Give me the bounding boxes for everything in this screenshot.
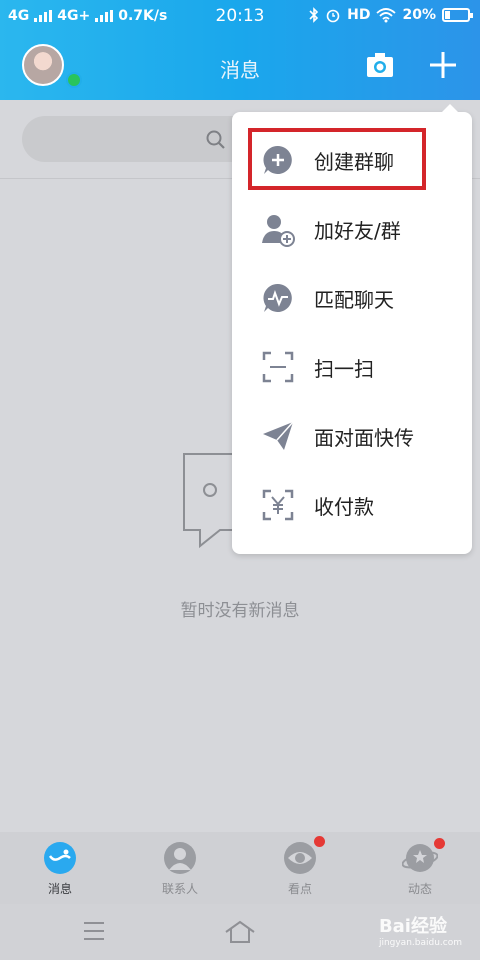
status-bar: 4G 4G+ 0.7K/s 20:13 HD 20% — [0, 0, 480, 34]
hd-indicator: HD — [347, 7, 371, 23]
payment-icon — [262, 489, 294, 521]
tab-bar: 消息 联系人 看点 动态 — [0, 832, 480, 904]
menu-item-scan[interactable]: 扫一扫 — [232, 333, 472, 401]
header: 消息 — [0, 34, 480, 100]
tab-contacts[interactable]: 联系人 — [120, 832, 240, 904]
menu-item-match-chat[interactable]: 匹配聊天 — [232, 264, 472, 332]
match-chat-icon — [263, 283, 292, 312]
home-icon[interactable] — [224, 918, 256, 946]
menu-item-face-to-face[interactable]: 面对面快传 — [232, 402, 472, 470]
wifi-icon — [376, 8, 397, 23]
menu-item-payment[interactable]: 收付款 — [232, 471, 472, 539]
menu-item-add-friend[interactable]: 加好友/群 — [232, 195, 472, 263]
menu-item-label: 匹配聊天 — [314, 287, 394, 312]
scan-icon — [262, 351, 294, 383]
empty-state-text: 暂时没有新消息 — [180, 601, 300, 621]
eye-icon — [284, 842, 316, 874]
menu-item-label: 收付款 — [314, 494, 374, 519]
tab-messages[interactable]: 消息 — [0, 832, 120, 904]
tab-label: 动态 — [407, 882, 432, 896]
top-bar: 4G 4G+ 0.7K/s 20:13 HD 20% 消息 — [0, 0, 480, 100]
baidu-watermark: Bai经验 jingyan.baidu.com — [379, 912, 462, 948]
highlight-box — [248, 128, 426, 190]
tab-badge — [314, 836, 325, 847]
contacts-icon — [164, 842, 196, 874]
alarm-icon — [326, 9, 340, 23]
add-friend-icon — [262, 215, 295, 247]
tab-label: 消息 — [47, 882, 72, 896]
watermark-sub: jingyan.baidu.com — [378, 938, 462, 948]
battery-percent: 20% — [402, 7, 436, 23]
tab-badge — [434, 838, 445, 849]
message-icon — [44, 842, 76, 874]
system-status: HD 20% — [309, 7, 473, 23]
menu-item-label: 加好友/群 — [314, 218, 401, 243]
send-icon — [263, 421, 294, 450]
watermark-main: Bai经验 — [378, 916, 447, 937]
bluetooth-icon — [309, 7, 319, 23]
menu-item-label: 扫一扫 — [314, 356, 374, 381]
system-nav-bar: Bai经验 jingyan.baidu.com — [0, 904, 480, 960]
menu-item-label: 面对面快传 — [314, 425, 414, 450]
tab-moments[interactable]: 动态 — [360, 832, 480, 904]
menu-icon[interactable] — [82, 920, 106, 942]
page-title: 消息 — [220, 58, 260, 82]
tab-watch[interactable]: 看点 — [240, 832, 360, 904]
search-icon — [206, 130, 225, 149]
camera-icon[interactable] — [366, 52, 394, 78]
plus-icon[interactable] — [428, 50, 458, 80]
battery-icon — [442, 8, 473, 22]
tab-label: 联系人 — [161, 882, 198, 896]
planet-icon — [402, 844, 438, 872]
tab-label: 看点 — [287, 882, 312, 896]
